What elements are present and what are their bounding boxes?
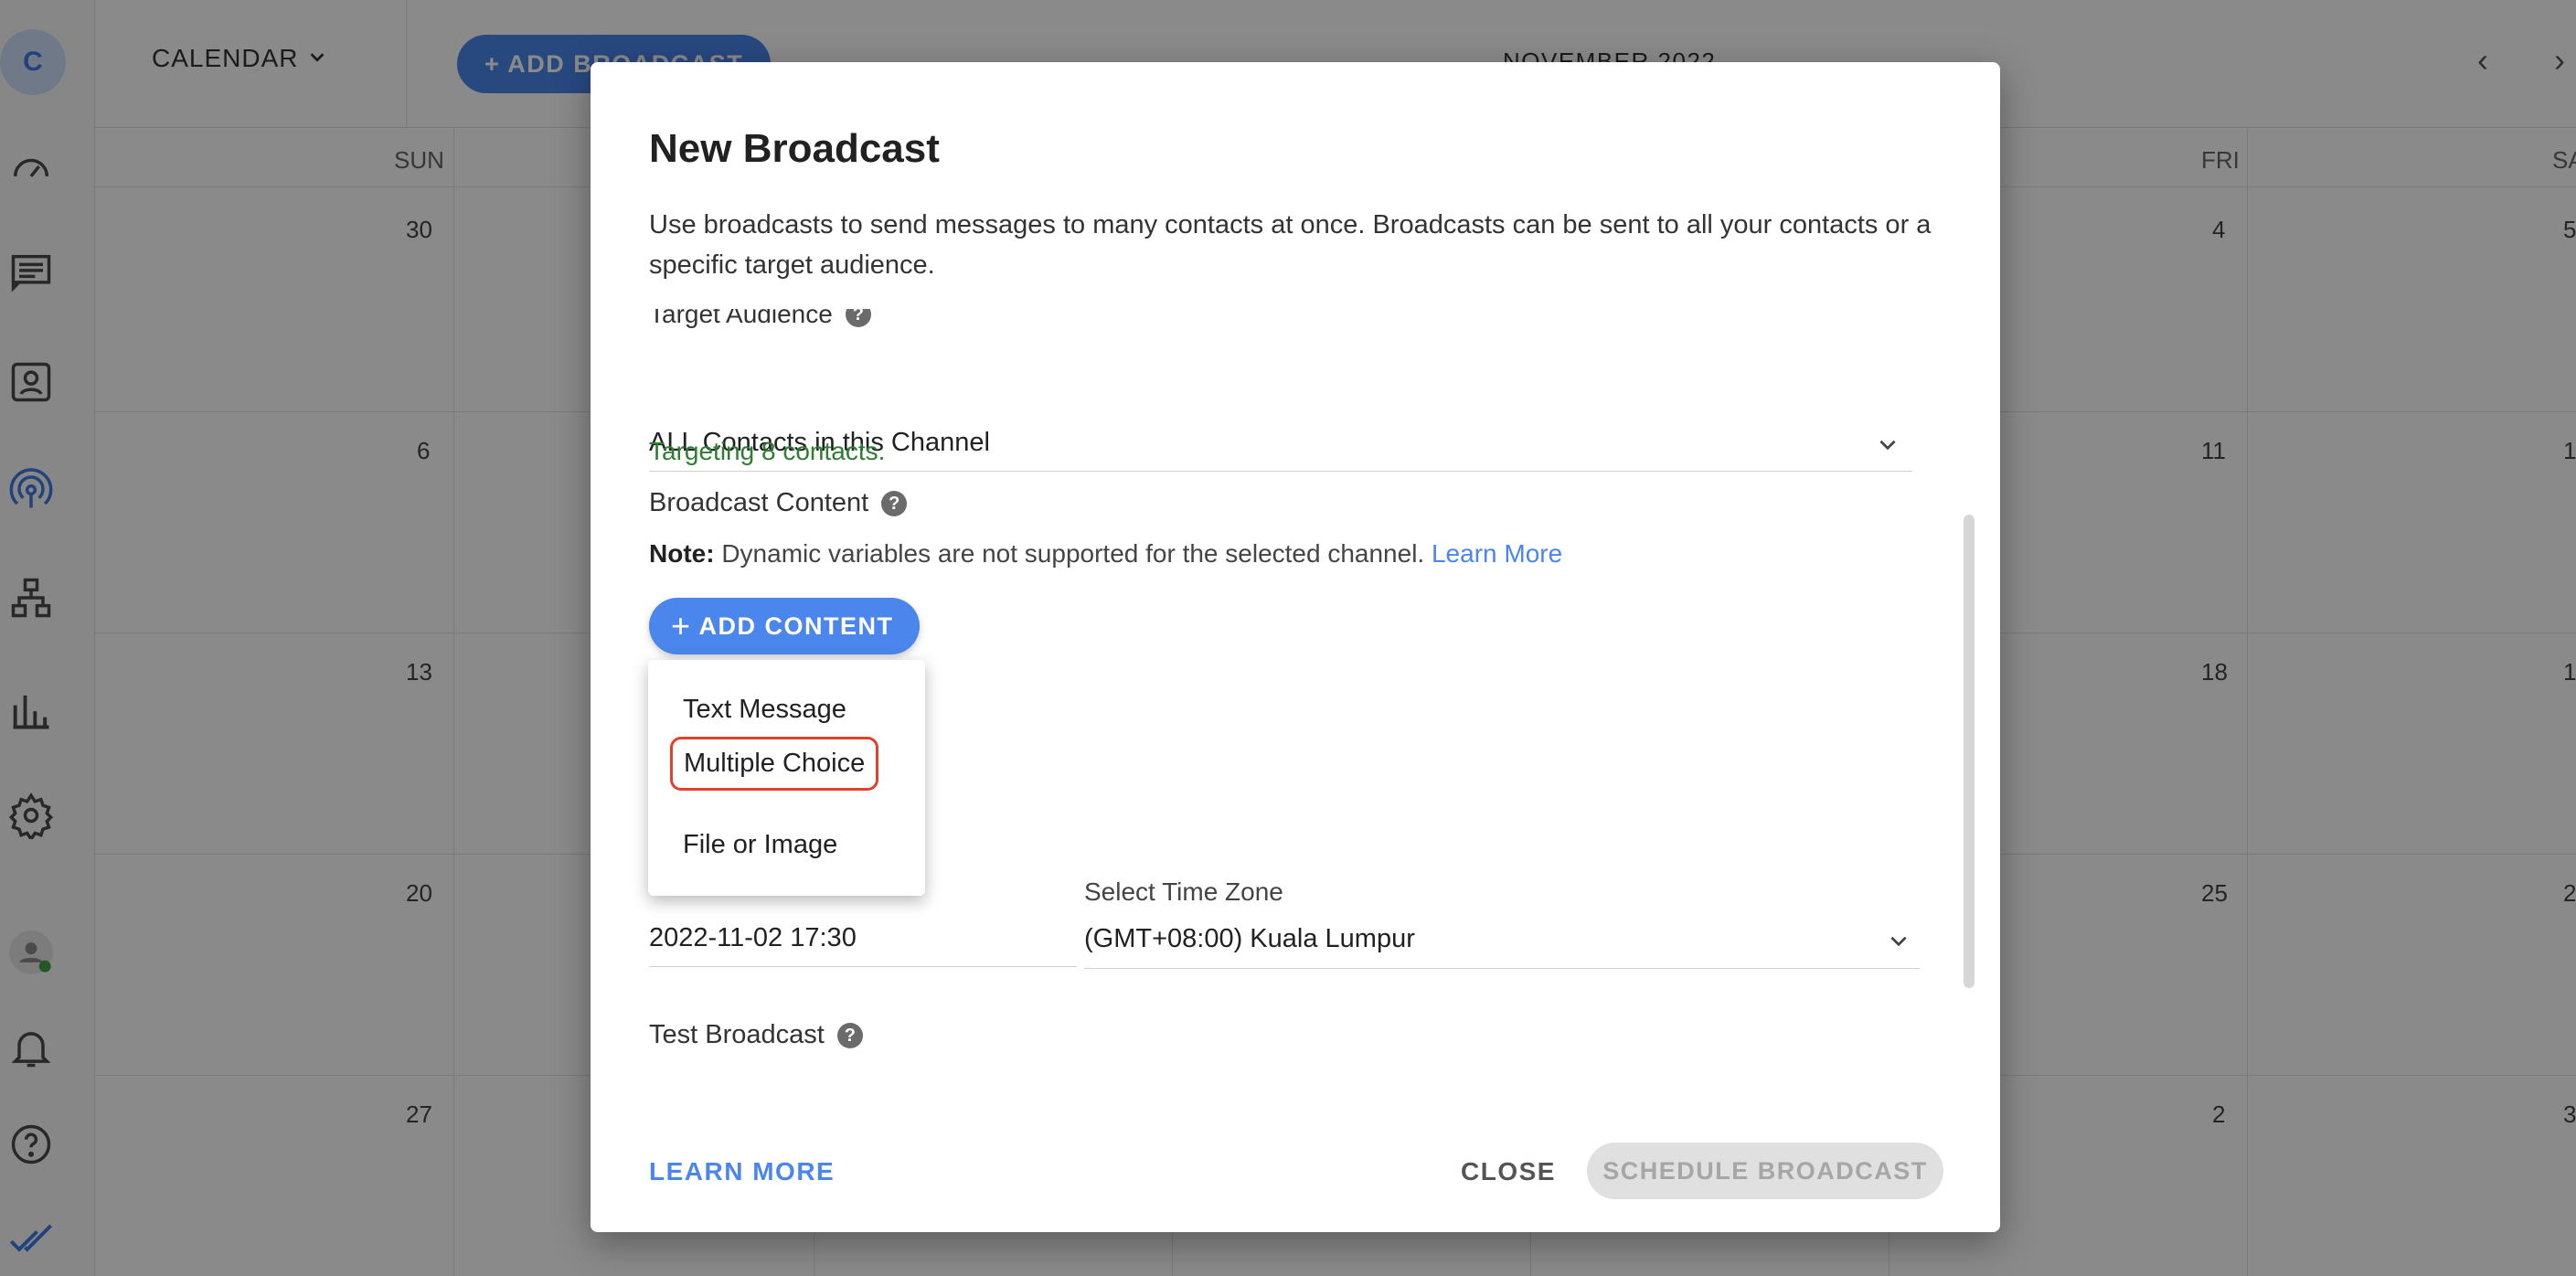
- broadcast-content-label: Broadcast Content ?: [649, 488, 908, 518]
- plus-icon: +: [671, 607, 692, 644]
- dynamic-variables-note: Note: Dynamic variables are not supporte…: [649, 539, 1562, 569]
- menu-item-file-or-image[interactable]: File or Image: [683, 830, 837, 860]
- help-icon[interactable]: ?: [836, 1022, 863, 1048]
- schedule-broadcast-button[interactable]: SCHEDULE BROADCAST: [1587, 1143, 1943, 1199]
- note-bold: Note:: [649, 539, 715, 568]
- timezone-select[interactable]: (GMT+08:00) Kuala Lumpur: [1084, 912, 1920, 969]
- note-text: Dynamic variables are not supported for …: [714, 539, 1432, 568]
- add-content-menu: Text Message Multiple Choice File or Ima…: [648, 660, 925, 896]
- timezone-label: Select Time Zone: [1084, 877, 1283, 906]
- add-content-label: ADD CONTENT: [698, 612, 894, 640]
- learn-more-button[interactable]: LEARN MORE: [649, 1157, 835, 1186]
- chevron-down-icon: [1887, 912, 1911, 965]
- timezone-value: (GMT+08:00) Kuala Lumpur: [1084, 924, 1415, 953]
- dialog-scrollbar[interactable]: [1964, 515, 1975, 988]
- test-broadcast-label-text: Test Broadcast: [649, 1020, 825, 1049]
- targeting-count: Targeting 8 contacts.: [649, 437, 886, 465]
- schedule-datetime-input[interactable]: 2022-11-02 17:30: [649, 912, 1077, 967]
- menu-item-multiple-choice[interactable]: Multiple Choice: [670, 737, 879, 791]
- broadcast-content-label-text: Broadcast Content: [649, 488, 869, 517]
- dialog-body: Targeting 8 contacts. Broadcast Content …: [591, 62, 2000, 1232]
- add-content-button[interactable]: + ADD CONTENT: [649, 598, 920, 654]
- dialog-footer: LEARN MORE CLOSE SCHEDULE BROADCAST: [591, 1122, 2000, 1232]
- help-icon[interactable]: ?: [881, 490, 908, 516]
- test-broadcast-label: Test Broadcast ?: [649, 1020, 863, 1050]
- menu-item-text-message[interactable]: Text Message: [683, 695, 846, 725]
- learn-more-link[interactable]: Learn More: [1432, 539, 1562, 568]
- close-button[interactable]: CLOSE: [1461, 1157, 1556, 1186]
